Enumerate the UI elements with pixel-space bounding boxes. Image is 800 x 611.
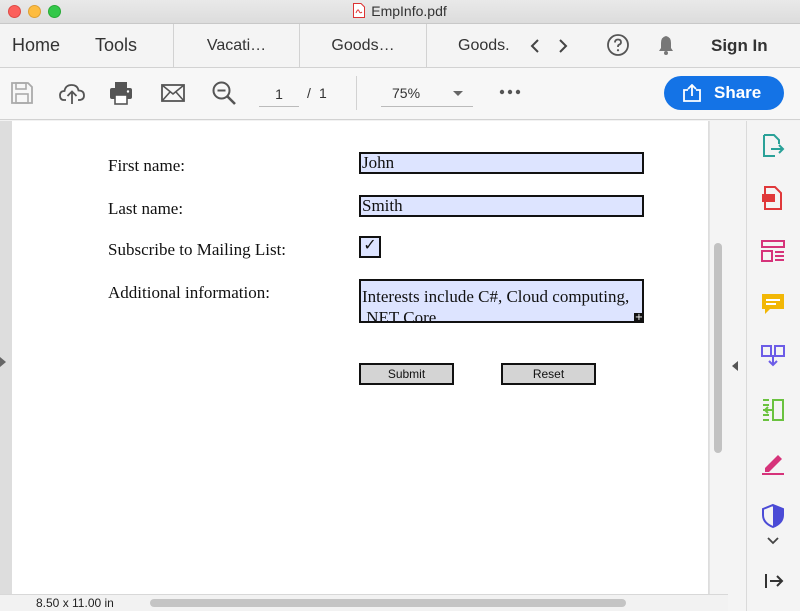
reset-button[interactable]: Reset: [501, 363, 596, 385]
tools-rail: [728, 121, 800, 611]
compress-pdf-icon[interactable]: [760, 397, 786, 423]
home-tab[interactable]: Home: [12, 35, 60, 56]
subscribe-checkbox[interactable]: ✓: [359, 236, 381, 258]
acrobat-window: EmpInfo.pdf Home Tools Vacati… Goods… Go…: [0, 0, 800, 611]
vertical-scroll-thumb[interactable]: [714, 243, 722, 453]
zoom-search-icon[interactable]: [210, 79, 238, 107]
document-tab-3[interactable]: Goods.: [426, 24, 514, 68]
tools-tab[interactable]: Tools: [95, 35, 137, 56]
comment-icon[interactable]: [760, 291, 786, 317]
last-name-label: Last name:: [108, 199, 184, 218]
first-name-label: First name:: [108, 156, 185, 175]
toolbar: / 1 75% Share: [0, 68, 800, 120]
submit-button[interactable]: Submit: [359, 363, 454, 385]
toolbar-divider: [356, 76, 357, 110]
organize-pages-icon[interactable]: [760, 238, 786, 264]
share-icon: [683, 84, 701, 102]
subscribe-label: Subscribe to Mailing List:: [108, 240, 287, 259]
share-label: Share: [714, 83, 762, 102]
title-bar: EmpInfo.pdf: [0, 0, 800, 24]
overflow-plus-icon: +: [634, 312, 644, 323]
export-pdf-icon[interactable]: [760, 133, 786, 159]
document-tab-1[interactable]: Vacati…: [173, 24, 299, 68]
tab-scroll-right-icon[interactable]: [552, 36, 572, 56]
pdf-file-icon: [353, 3, 366, 18]
pdf-page: First name: John Last name: Smith Subscr…: [12, 121, 708, 594]
print-icon[interactable]: [107, 79, 135, 107]
page-size: 8.50 x 11.00 in: [36, 596, 114, 610]
rail-collapse-icon[interactable]: [732, 361, 738, 371]
protect-icon[interactable]: [760, 503, 786, 529]
tab-bar: Home Tools Vacati… Goods… Goods. Sign In: [0, 24, 800, 68]
document-tab-2[interactable]: Goods…: [299, 24, 426, 68]
zoom-level-select[interactable]: 75%: [381, 81, 473, 107]
zoom-level-value: 75%: [392, 85, 421, 101]
rail-divider: [746, 121, 747, 611]
status-bar: 8.50 x 11.00 in: [0, 594, 728, 611]
additional-info-textarea[interactable]: Interests include C#, Cloud computing, .…: [359, 279, 644, 323]
save-icon[interactable]: [8, 79, 36, 107]
create-pdf-icon[interactable]: [760, 185, 786, 211]
window-title: EmpInfo.pdf: [371, 3, 447, 19]
notifications-bell-icon[interactable]: [655, 34, 677, 56]
more-tools-chevron-icon[interactable]: [766, 536, 780, 546]
upload-cloud-icon[interactable]: [58, 79, 86, 107]
page-total: 1: [319, 85, 327, 101]
fill-sign-icon[interactable]: [760, 450, 786, 476]
page-number-input[interactable]: [259, 81, 299, 107]
last-name-field[interactable]: Smith: [359, 195, 644, 217]
horizontal-scroll-thumb[interactable]: [150, 599, 626, 607]
additional-info-text: Interests include C#, Cloud computing, .…: [362, 287, 630, 323]
tab-scroll-left-icon[interactable]: [526, 36, 546, 56]
combine-files-icon[interactable]: [760, 343, 786, 369]
help-icon[interactable]: [606, 33, 630, 57]
page-separator: /: [307, 85, 311, 101]
document-viewer: First name: John Last name: Smith Subscr…: [0, 121, 728, 594]
share-button[interactable]: Share: [664, 76, 784, 110]
left-panel-expand-icon[interactable]: [0, 357, 6, 367]
first-name-field[interactable]: John: [359, 152, 644, 174]
vertical-scrollbar[interactable]: [709, 121, 728, 594]
sign-in-button[interactable]: Sign In: [711, 36, 768, 56]
chevron-down-icon: [453, 91, 463, 96]
more-options-icon[interactable]: [498, 82, 522, 102]
hide-rail-icon[interactable]: [764, 572, 784, 590]
additional-info-label: Additional information:: [108, 283, 270, 302]
window-title-container: EmpInfo.pdf: [0, 3, 800, 19]
email-icon[interactable]: [159, 79, 187, 107]
